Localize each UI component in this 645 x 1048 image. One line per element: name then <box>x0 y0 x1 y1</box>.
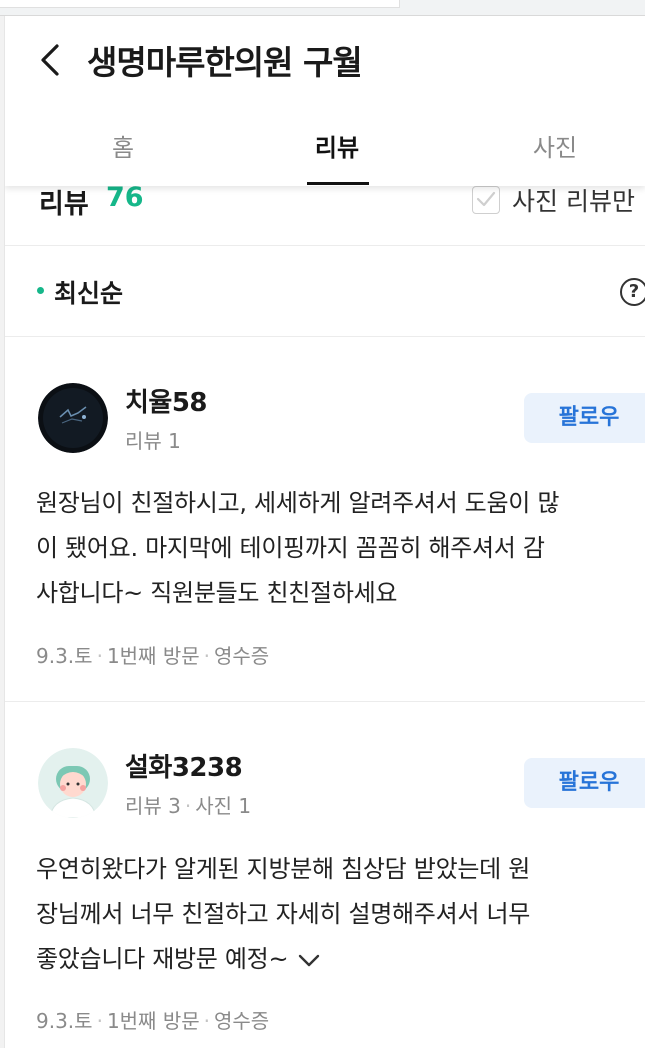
separator-dot: · <box>96 644 103 668</box>
visit-info: 9.3.토 · 1번째 방문 · 영수증 <box>36 1005 269 1034</box>
reviewer-review-count: 리뷰 3 <box>125 794 181 818</box>
reviewer-meta: 리뷰 1 <box>125 425 181 454</box>
back-button[interactable] <box>33 40 73 80</box>
photo-only-checkbox[interactable] <box>472 186 500 214</box>
profile-image <box>38 383 108 453</box>
separator-dot: · <box>96 1009 103 1033</box>
profile-image <box>38 748 108 818</box>
tab-home[interactable]: 홈 <box>63 128 183 163</box>
photo-only-label: 사진 리뷰만 <box>512 187 635 216</box>
visit-date: 9.3.토 <box>36 644 93 668</box>
sort-latest[interactable]: 최신순 <box>54 274 123 310</box>
header: 생명마루한의원 구월 홈 리뷰 사진 <box>5 16 645 186</box>
follow-button[interactable]: 팔로우 <box>524 393 645 443</box>
review-text[interactable]: 원장님이 친절하시고, 세세하게 알려주셔서 도움이 많 이 됐어요. 마지막에… <box>36 481 645 616</box>
chevron-left-icon <box>41 44 59 76</box>
tab-photo[interactable]: 사진 <box>495 128 615 163</box>
separator-dot: · <box>203 1009 210 1033</box>
reviewer-photo-count: 사진 1 <box>195 794 252 818</box>
review-page: 생명마루한의원 구월 홈 리뷰 사진 리뷰 76 사진 리뷰만 최신순 ? 치율… <box>5 16 645 1048</box>
review-text-line: 좋았습니다 재방문 예정~ <box>36 945 289 973</box>
review-text-line: 원장님이 친절하시고, 세세하게 알려주셔서 도움이 많 <box>36 489 560 517</box>
separator-dot: · <box>184 794 192 818</box>
verification-type: 영수증 <box>213 644 270 668</box>
check-icon <box>476 191 496 207</box>
reviewer-name[interactable]: 치율58 <box>125 382 208 419</box>
reviewer-meta: 리뷰 3 · 사진 1 <box>125 790 251 819</box>
review-item: 설화3238 리뷰 3 · 사진 1 팔로우 우연히왔다가 알게된 지방분해 침상담… <box>5 703 645 1048</box>
visit-info: 9.3.토 · 1번째 방문 · 영수증 <box>36 640 269 669</box>
help-icon[interactable]: ? <box>620 278 645 306</box>
reviewer-review-count: 리뷰 1 <box>125 429 181 453</box>
review-label: 리뷰 <box>39 189 89 220</box>
visit-count: 1번째 방문 <box>106 1009 200 1033</box>
avatar[interactable] <box>38 383 108 453</box>
review-text-line: 사합니다~ 직원분들도 친친절하세요 <box>36 579 398 607</box>
sort-row: 최신순 ? <box>5 247 645 337</box>
review-text-line: 우연히왔다가 알게된 지방분해 침상담 받았는데 원 <box>36 855 531 883</box>
sort-indicator-dot <box>37 287 44 294</box>
review-item: 치율58 리뷰 1 팔로우 원장님이 친절하시고, 세세하게 알려주셔서 도움이… <box>5 338 645 702</box>
chevron-down-icon[interactable] <box>298 938 320 983</box>
tab-bar: 홈 리뷰 사진 <box>5 116 645 186</box>
avatar[interactable] <box>38 748 108 818</box>
active-tab-indicator <box>307 182 369 185</box>
verification-type: 영수증 <box>213 1009 270 1033</box>
page-title: 생명마루한의원 구월 <box>87 43 363 82</box>
reviewer-name[interactable]: 설화3238 <box>125 747 243 784</box>
visit-date: 9.3.토 <box>36 1009 93 1033</box>
review-text-line-last: 좋았습니다 재방문 예정~ <box>36 937 645 983</box>
browser-tab-strip <box>0 0 645 16</box>
review-text[interactable]: 우연히왔다가 알게된 지방분해 침상담 받았는데 원 장님께서 너무 친절하고 … <box>36 847 645 983</box>
visit-count: 1번째 방문 <box>106 644 200 668</box>
tab-review[interactable]: 리뷰 <box>277 128 397 163</box>
separator-dot: · <box>203 644 210 668</box>
review-count: 76 <box>106 182 144 213</box>
browser-tab[interactable] <box>0 0 400 8</box>
review-summary: 리뷰 76 사진 리뷰만 <box>5 182 645 246</box>
review-text-line: 장님께서 너무 친절하고 자세히 설명해주셔서 너무 <box>36 900 531 928</box>
review-text-line: 이 됐어요. 마지막에 테이핑까지 꼼꼼히 해주셔서 감 <box>36 534 545 562</box>
follow-button[interactable]: 팔로우 <box>524 758 645 808</box>
